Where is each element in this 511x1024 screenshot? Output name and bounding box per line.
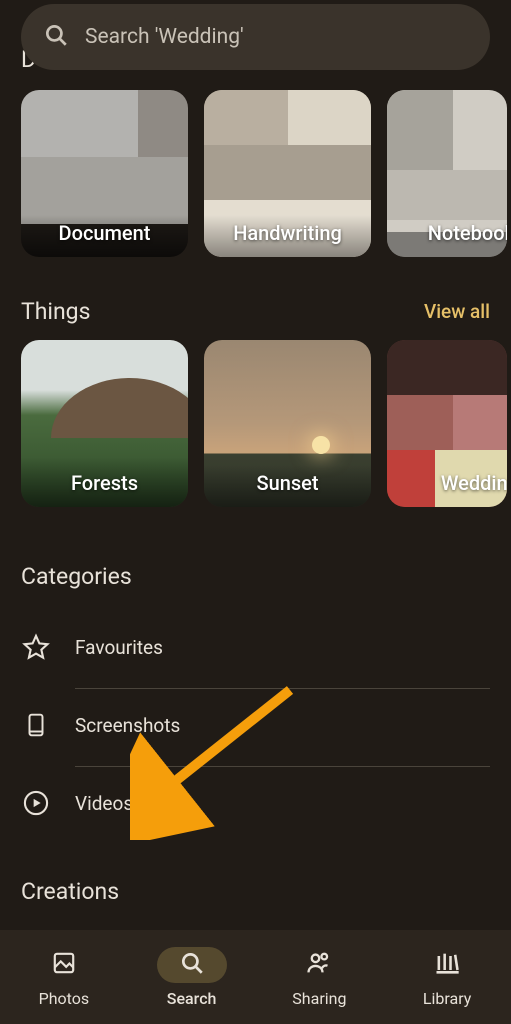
library-icon: [433, 949, 461, 981]
wedding-card[interactable]: Wedding: [387, 340, 507, 507]
handwriting-card[interactable]: Handwriting: [204, 90, 371, 257]
nav-search[interactable]: Search: [128, 947, 256, 1008]
wedding-label: Wedding: [441, 471, 507, 495]
screenshots-label: Screenshots: [75, 714, 180, 737]
documents-row: Document Handwriting Notebook: [21, 90, 511, 257]
search-icon: [43, 22, 69, 52]
forests-label: Forests: [71, 471, 138, 495]
search-icon: [179, 950, 205, 980]
videos-label: Videos: [75, 792, 133, 815]
divider: [75, 688, 490, 689]
photos-icon: [51, 950, 77, 980]
favourites-label: Favourites: [75, 636, 163, 659]
view-all-link[interactable]: View all: [424, 300, 490, 323]
things-title: Things: [21, 298, 90, 325]
sunset-card[interactable]: Sunset: [204, 340, 371, 507]
divider: [75, 766, 490, 767]
star-icon: [21, 633, 51, 661]
notebook-card[interactable]: Notebook: [387, 90, 507, 257]
nav-search-label: Search: [167, 989, 217, 1008]
favourites-item[interactable]: Favourites: [21, 608, 490, 686]
things-row: Forests Sunset Wedding: [21, 340, 511, 507]
screenshots-item[interactable]: Screenshots: [21, 686, 490, 764]
nav-photos-label: Photos: [39, 989, 90, 1008]
play-circle-icon: [21, 789, 51, 817]
document-label: Document: [59, 221, 151, 245]
search-placeholder: Search 'Wedding': [85, 25, 244, 49]
videos-item[interactable]: Videos: [21, 764, 490, 842]
things-header: Things View all: [0, 298, 511, 325]
categories-list: Favourites Screenshots Videos: [21, 608, 490, 842]
notebook-label: Notebook: [428, 221, 507, 245]
nav-library[interactable]: Library: [383, 947, 511, 1008]
document-card[interactable]: Document: [21, 90, 188, 257]
nav-library-label: Library: [423, 989, 471, 1008]
screenshot-icon: [21, 712, 51, 738]
nav-sharing-label: Sharing: [292, 989, 346, 1008]
forests-card[interactable]: Forests: [21, 340, 188, 507]
nav-sharing[interactable]: Sharing: [256, 947, 384, 1008]
sunset-label: Sunset: [256, 471, 318, 495]
categories-title: Categories: [0, 563, 153, 590]
search-bar[interactable]: Search 'Wedding': [21, 4, 490, 70]
sharing-icon: [305, 949, 333, 981]
handwriting-label: Handwriting: [233, 221, 342, 245]
creations-title: Creations: [0, 878, 140, 905]
bottom-nav: Photos Search Sharing: [0, 930, 511, 1024]
nav-photos[interactable]: Photos: [0, 947, 128, 1008]
